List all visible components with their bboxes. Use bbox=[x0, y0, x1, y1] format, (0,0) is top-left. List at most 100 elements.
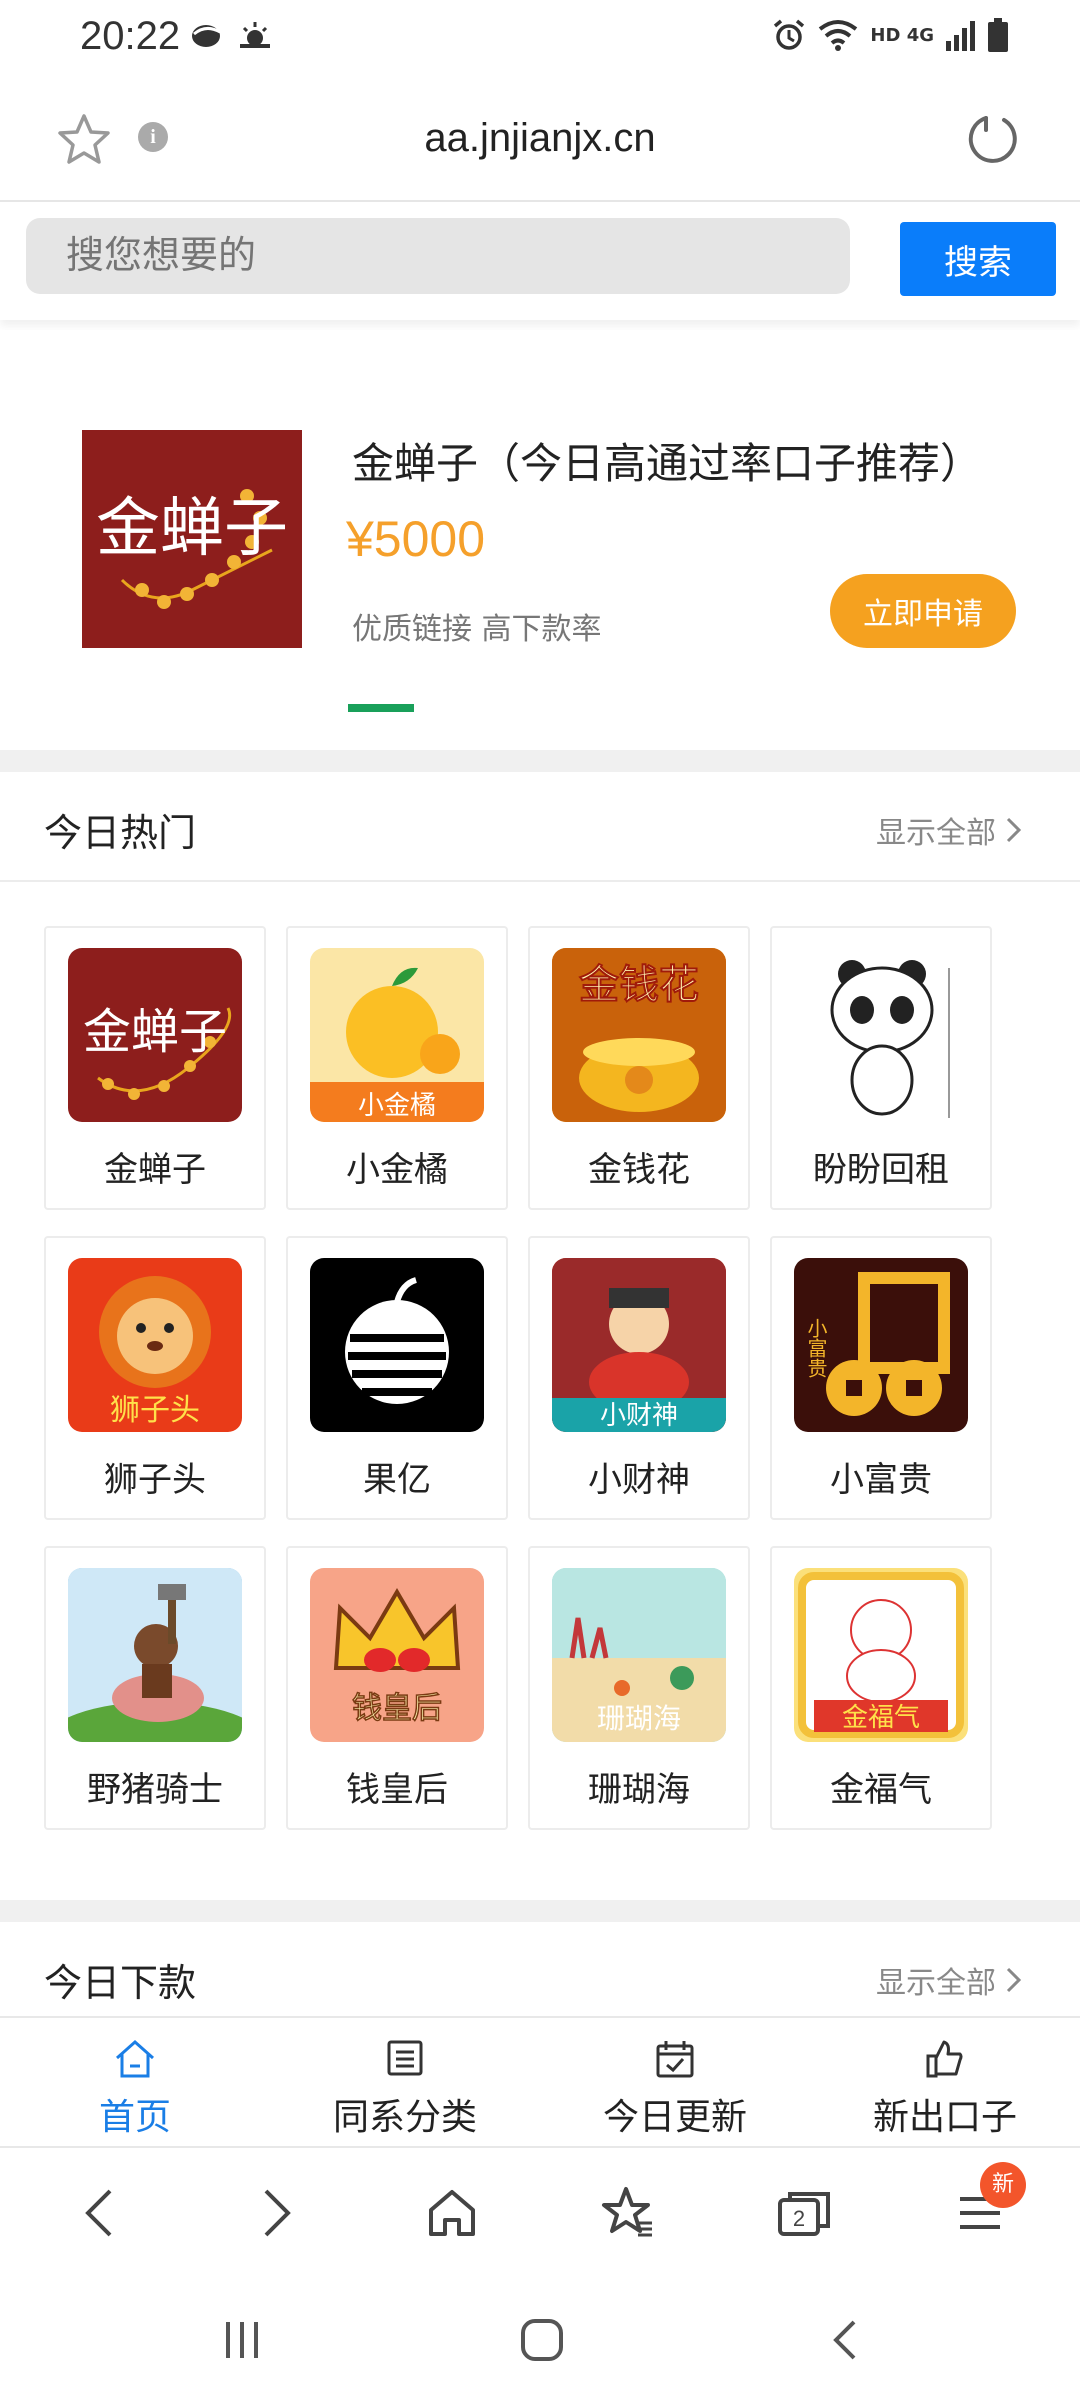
app-name: 小金橘 bbox=[346, 1150, 448, 1190]
app-name: 盼盼回租 bbox=[813, 1150, 949, 1190]
status-bar: 20:22 HD 4G bbox=[0, 0, 1080, 80]
forward-arrow-icon bbox=[264, 2189, 291, 2237]
network-type: HD 4G bbox=[870, 24, 934, 46]
address-bar: i aa.jnjianjx.cn bbox=[0, 80, 1080, 202]
app-card[interactable]: 金福气 金福气 bbox=[770, 1546, 992, 1830]
app-card[interactable]: 珊瑚海 珊瑚海 bbox=[528, 1546, 750, 1830]
recent-apps-icon[interactable] bbox=[222, 2320, 262, 2360]
app-name: 珊瑚海 bbox=[588, 1770, 690, 1810]
home-button[interactable] bbox=[412, 2178, 492, 2248]
app-card[interactable]: 果亿 bbox=[286, 1236, 508, 1520]
system-home-icon[interactable] bbox=[520, 2318, 564, 2362]
system-navigation-bar bbox=[0, 2274, 1080, 2400]
chevron-right-icon bbox=[1006, 1967, 1022, 1993]
show-all-label: 显示全部 bbox=[876, 816, 996, 851]
app-icon-shizitou: 狮子头 bbox=[68, 1258, 242, 1432]
app-icon-text: 金蝉子 bbox=[83, 1004, 227, 1060]
app-icon-panda bbox=[794, 948, 968, 1122]
app-icon-text: 小富贵 bbox=[804, 1318, 828, 1378]
hot-today-show-all[interactable]: 显示全部 bbox=[876, 808, 1024, 852]
section-divider bbox=[0, 750, 1080, 772]
app-icon-text: 狮子头 bbox=[110, 1393, 200, 1428]
reload-icon[interactable] bbox=[964, 110, 1020, 166]
status-time: 20:22 bbox=[80, 14, 181, 58]
app-icon-text: 小金橘 bbox=[358, 1091, 436, 1121]
hot-today-title: 今日热门 bbox=[44, 811, 197, 855]
tabs-icon: 2 bbox=[778, 2192, 830, 2236]
notification-icon bbox=[192, 25, 221, 47]
bookmarks-star-icon bbox=[602, 2187, 652, 2237]
back-arrow-icon bbox=[85, 2189, 112, 2237]
app-name: 金福气 bbox=[830, 1770, 932, 1810]
system-back-icon[interactable] bbox=[830, 2318, 860, 2362]
app-icon-guoyi bbox=[310, 1258, 484, 1432]
today-loans-title: 今日下款 bbox=[44, 1961, 197, 2005]
tab-new-loans[interactable]: 新出口子 bbox=[810, 2018, 1080, 2146]
battery-icon bbox=[988, 18, 1008, 52]
app-icon-jinfuqi: 金福气 bbox=[794, 1568, 968, 1742]
app-name: 小财神 bbox=[588, 1460, 690, 1500]
tab-count: 2 bbox=[793, 2206, 805, 2231]
app-icon-xiaojinju: 小金橘 bbox=[310, 948, 484, 1122]
app-card[interactable]: 小金橘 小金橘 bbox=[286, 926, 508, 1210]
app-card[interactable]: 小富贵 小富贵 bbox=[770, 1236, 992, 1520]
app-icon-text: 金福气 bbox=[842, 1703, 920, 1733]
app-icon-qianhuanghou: 钱皇后 bbox=[310, 1568, 484, 1742]
app-icon-xiaofugui: 小富贵 bbox=[794, 1258, 968, 1432]
app-card[interactable]: 野猪骑士 bbox=[44, 1546, 266, 1830]
today-loans-header: 今日下款 显示全部 bbox=[0, 1922, 1080, 2016]
tabs-button[interactable]: 2 bbox=[764, 2178, 844, 2248]
app-icon-text: 金钱花 bbox=[579, 962, 699, 1008]
chevron-right-icon bbox=[1006, 817, 1022, 843]
thumbs-up-icon bbox=[926, 2040, 963, 2078]
banner-title[interactable]: 金蝉子（今日高通过率口子推荐） bbox=[352, 430, 982, 491]
app-card[interactable]: 钱皇后 钱皇后 bbox=[286, 1546, 508, 1830]
tab-category[interactable]: 同系分类 bbox=[270, 2018, 540, 2146]
banner-logo-text: 金蝉子 bbox=[96, 492, 288, 566]
app-name: 钱皇后 bbox=[346, 1770, 448, 1810]
app-card[interactable]: 小财神 小财神 bbox=[528, 1236, 750, 1520]
browser-home-icon bbox=[429, 2190, 475, 2236]
apply-now-button[interactable]: 立即申请 bbox=[830, 574, 1016, 648]
app-card[interactable]: 狮子头 狮子头 bbox=[44, 1236, 266, 1520]
app-card[interactable]: 金钱花 金钱花 bbox=[528, 926, 750, 1210]
search-input[interactable] bbox=[26, 218, 850, 294]
tab-label: 今日更新 bbox=[602, 2097, 747, 2138]
app-icon-yezhuqishi bbox=[68, 1568, 242, 1742]
home-icon bbox=[116, 2039, 154, 2078]
app-name: 果亿 bbox=[363, 1460, 431, 1500]
menu-button[interactable]: 新 bbox=[940, 2162, 1026, 2248]
hot-today-header: 今日热门 显示全部 bbox=[0, 772, 1080, 882]
tab-label: 同系分类 bbox=[332, 2097, 477, 2138]
search-button[interactable]: 搜索 bbox=[900, 222, 1056, 296]
tab-today-update[interactable]: 今日更新 bbox=[540, 2018, 810, 2146]
show-all-label: 显示全部 bbox=[876, 1966, 996, 2001]
menu-new-badge: 新 bbox=[980, 2162, 1026, 2208]
app-icon-jinqianhua: 金钱花 bbox=[552, 948, 726, 1122]
bottom-tab-bar: 首页 同系分类 今日更新 新出口子 bbox=[0, 2016, 1080, 2148]
app-name: 金蝉子 bbox=[104, 1150, 206, 1190]
app-card[interactable]: 金蝉子 金蝉子 bbox=[44, 926, 266, 1210]
search-row: 搜索 bbox=[0, 204, 1080, 320]
banner-description: 优质链接 高下款率 bbox=[352, 612, 602, 647]
browser-toolbar: 2 新 bbox=[0, 2150, 1080, 2274]
app-name: 金钱花 bbox=[588, 1150, 690, 1190]
app-name: 狮子头 bbox=[104, 1460, 206, 1500]
wifi-icon bbox=[819, 20, 858, 51]
app-name: 小富贵 bbox=[830, 1460, 932, 1500]
tab-label: 新出口子 bbox=[872, 2097, 1017, 2138]
app-icon-text: 珊瑚海 bbox=[597, 1702, 681, 1735]
today-loans-show-all[interactable]: 显示全部 bbox=[876, 1958, 1024, 2002]
carousel-indicator bbox=[348, 704, 414, 712]
featured-banner[interactable]: 金蝉子 金蝉子（今日高通过率口子推荐） ¥5000 优质链接 高下款率 立即申请 bbox=[0, 330, 1080, 750]
app-card[interactable]: 盼盼回租 bbox=[770, 926, 992, 1210]
tab-home[interactable]: 首页 bbox=[0, 2018, 270, 2146]
back-button[interactable] bbox=[60, 2178, 140, 2248]
list-icon bbox=[387, 2040, 423, 2076]
calendar-check-icon bbox=[656, 2041, 694, 2078]
url-text[interactable]: aa.jnjianjx.cn bbox=[0, 116, 1080, 161]
bookmarks-button[interactable] bbox=[588, 2178, 668, 2248]
forward-button[interactable] bbox=[236, 2178, 316, 2248]
banner-app-logo: 金蝉子 bbox=[82, 430, 302, 648]
app-icon-text: 小财神 bbox=[600, 1401, 678, 1431]
